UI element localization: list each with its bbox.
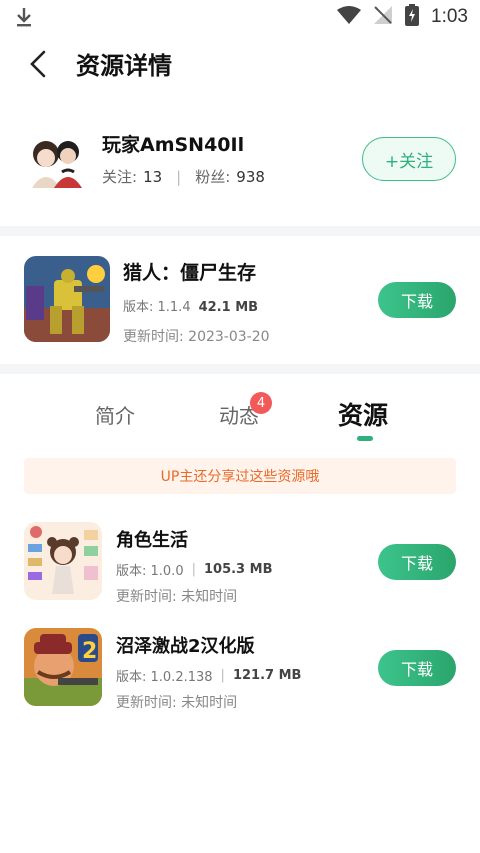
resource-update-date: 更新时间: 未知时间	[116, 589, 238, 605]
wifi-icon	[337, 5, 362, 29]
tab-intro[interactable]: 简介	[95, 400, 135, 429]
profile-section: 玩家AmSN40Il 关注: 13 | 粉丝: 938 +关注	[0, 110, 480, 220]
resource-icon[interactable]: 2	[24, 628, 102, 706]
section-divider	[0, 364, 480, 374]
game-card[interactable]: 猎人：僵尸生存 版本: 1.1.4 42.1 MB 更新时间: 2023-03-2…	[0, 238, 480, 362]
game-update-date: 更新时间: 2023-03-20	[123, 329, 270, 345]
resource-name: 角色生活	[116, 530, 188, 551]
section-divider	[0, 226, 480, 236]
resource-download-button[interactable]: 下载	[378, 544, 456, 580]
resource-meta: 版本: 1.0.2.138 | 121.7 MB	[116, 666, 301, 685]
username: 玩家AmSN40Il	[102, 134, 245, 156]
user-stats: 关注: 13 | 粉丝: 938	[102, 166, 265, 187]
resource-meta: 版本: 1.0.0 | 105.3 MB	[116, 560, 272, 579]
game-name: 猎人：僵尸生存	[123, 262, 257, 284]
chevron-left-icon	[30, 50, 46, 78]
resource-download-button[interactable]: 下载	[378, 650, 456, 686]
resource-name: 沼泽激战2汉化版	[116, 636, 255, 657]
game-size: 42.1 MB	[198, 300, 259, 315]
resource-icon[interactable]	[24, 522, 102, 600]
header: 资源详情	[0, 34, 480, 92]
back-button[interactable]	[22, 48, 54, 80]
activity-badge: 4	[250, 392, 272, 414]
tab-bar: 简介 动态 4 资源	[0, 380, 480, 450]
notice-banner: UP主还分享过这些资源哦	[24, 458, 456, 494]
resource-version: 版本: 1.0.2.138	[116, 670, 213, 685]
meta-divider: |	[191, 562, 196, 577]
resource-item[interactable]: 角色生活 版本: 1.0.0 | 105.3 MB 更新时间: 未知时间 下载	[0, 522, 480, 614]
status-bar: 1:03	[0, 0, 480, 34]
no-signal-icon	[373, 5, 393, 29]
fans-label: 粉丝:	[195, 168, 231, 186]
page-title: 资源详情	[76, 52, 172, 80]
resource-version: 版本: 1.0.0	[116, 564, 184, 579]
stats-divider: |	[176, 167, 182, 186]
resource-item[interactable]: 2 沼泽激战2汉化版 版本: 1.0.2.138 | 121.7 MB 更新时间…	[0, 628, 480, 720]
svg-text:2: 2	[82, 639, 97, 664]
meta-divider: |	[220, 668, 225, 683]
avatar[interactable]	[26, 128, 88, 190]
game-meta: 版本: 1.1.4 42.1 MB	[123, 296, 258, 315]
game-version: 版本: 1.1.4	[123, 300, 191, 315]
battery-charging-icon	[405, 4, 420, 30]
following-label: 关注:	[102, 168, 138, 186]
resource-update-date: 更新时间: 未知时间	[116, 695, 238, 711]
fans-count[interactable]: 938	[236, 168, 265, 186]
tab-indicator	[357, 436, 373, 441]
following-count[interactable]: 13	[143, 168, 162, 186]
status-time: 1:03	[431, 6, 468, 27]
tab-resources[interactable]: 资源	[338, 396, 388, 432]
game-download-button[interactable]: 下载	[378, 282, 456, 318]
resource-size: 105.3 MB	[203, 562, 273, 577]
download-status-icon	[14, 6, 34, 32]
follow-button[interactable]: +关注	[362, 137, 456, 181]
game-icon[interactable]	[24, 256, 110, 342]
resource-size: 121.7 MB	[232, 668, 302, 683]
